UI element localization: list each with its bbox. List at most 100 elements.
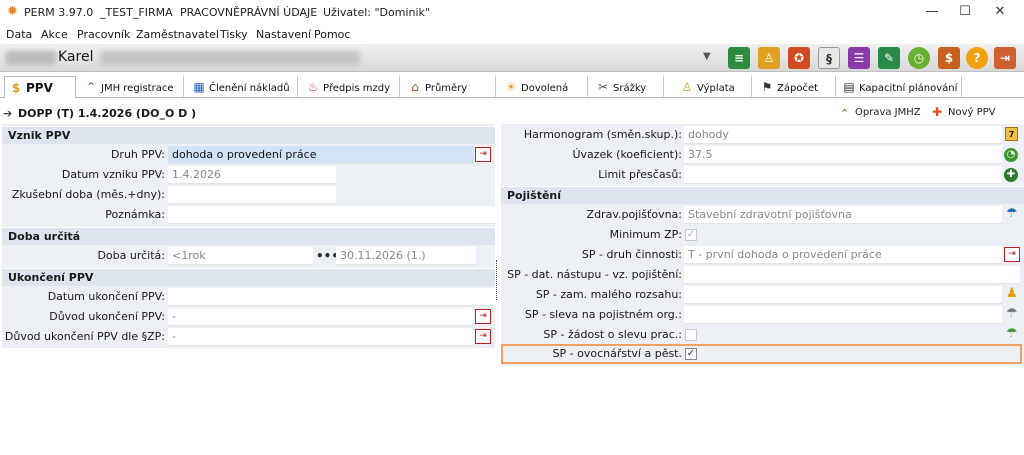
plus-icon: ✚ [932, 105, 943, 119]
overtime-add-icon[interactable]: ✚ [1004, 168, 1018, 182]
deduction-icon: ✂ [597, 80, 609, 94]
back-arrow-icon[interactable]: ➔ [3, 107, 12, 120]
redacted-details [100, 51, 360, 65]
oprava-jmhz-button[interactable]: Oprava JMHZ [855, 107, 921, 118]
section-pojisteni: Pojištění [501, 186, 1024, 204]
employee-first-name: Karel [58, 49, 94, 65]
sp-zadost-checkbox[interactable] [685, 329, 697, 341]
tab-cleneni-nakladu[interactable]: ▦ Členění nákladů [188, 76, 298, 98]
sp-dat-nastupu-field[interactable] [684, 266, 1020, 284]
novy-ppv-button[interactable]: Nový PPV [948, 107, 996, 118]
edit-note-icon[interactable]: ✎ [878, 47, 900, 69]
employee-dropdown-chevron-icon[interactable]: ▼ [703, 51, 711, 62]
maximize-button[interactable]: ☐ [950, 2, 980, 22]
minimum-zp-checkbox[interactable]: ✓ [685, 229, 697, 241]
tab-srazky[interactable]: ✂ Srážky [592, 76, 664, 98]
splitter-handle[interactable] [496, 260, 498, 300]
minimize-button[interactable]: — [917, 2, 947, 22]
tab-label: Průměry [425, 83, 468, 94]
person-search-icon[interactable]: ♙ [758, 47, 780, 69]
pie-chart-icon[interactable]: ◔ [1004, 148, 1018, 162]
right-empty-area [501, 366, 1024, 455]
title-bar: ✹ PERM 3.97.0 _TEST_FIRMA PRACOVNĚPRÁVNÍ… [0, 0, 1024, 24]
certificate-icon[interactable]: ✪ [788, 47, 810, 69]
user-name: Uživatel: "Dominik" [323, 6, 430, 19]
duvod-ukonceni-zp-pick-icon[interactable]: ⇥ [475, 329, 491, 344]
tab-ppv[interactable]: $ PPV [4, 76, 76, 99]
druh-ppv-field[interactable]: dohoda o provedení práce [168, 146, 474, 164]
limit-prescasu-field[interactable] [684, 166, 1002, 184]
app-logo-icon: ✹ [7, 4, 18, 19]
help-icon[interactable]: ? [966, 47, 988, 69]
money-bag-icon[interactable]: $ [938, 47, 960, 69]
tab-dovolena[interactable]: ☀ Dovolená [500, 76, 588, 98]
section-vznik-ppv: Vznik PPV [2, 126, 495, 144]
datum-vzniku-field[interactable]: 1.4.2026 [168, 166, 336, 184]
tab-zapocet[interactable]: ⚑ Zápočet [756, 76, 836, 98]
sp-druh-cinnosti-field[interactable]: T - první dohoda o provedení práce [684, 246, 1002, 264]
umbrella-green-icon[interactable]: ☂ [1006, 326, 1018, 341]
employee-bar: Karel ▼ ≡ ♙ ✪ § ☰ ✎ ◷ $ ? ⇥ [0, 44, 1024, 72]
menu-pomoc[interactable]: Pomoc [314, 28, 350, 41]
menu-pracovnik[interactable]: Pracovník [77, 28, 130, 41]
wage-icon: ♨ [307, 80, 319, 94]
poznamka-label: Poznámka: [105, 208, 165, 221]
uvazek-field[interactable]: 37.5 [684, 146, 1002, 164]
sp-zam-maleho-rozsahu-label: SP - zam. malého rozsahu: [535, 288, 682, 301]
sp-druh-pick-icon[interactable]: ⇥ [1004, 247, 1020, 262]
duvod-ukonceni-field[interactable]: - [168, 308, 474, 326]
ppv-icon: $ [11, 81, 21, 95]
tab-label: Srážky [613, 83, 647, 94]
clock-icon[interactable]: ◷ [908, 47, 930, 69]
credit-icon: ⚑ [761, 80, 773, 94]
tab-label: PPV [26, 81, 53, 95]
section-ukonceni-ppv: Ukončení PPV [2, 268, 495, 286]
menu-zamestnavatel[interactable]: Zaměstnavatel [136, 28, 219, 41]
exit-icon[interactable]: ⇥ [994, 47, 1016, 69]
tab-prumery[interactable]: ⌂ Průměry [404, 76, 496, 98]
payout-icon: ♙ [681, 80, 693, 94]
umbrella-discount-icon[interactable]: ☂ [1006, 306, 1018, 321]
sp-sleva-field[interactable] [684, 306, 1002, 324]
menu-data[interactable]: Data [6, 28, 32, 41]
person-icon[interactable]: ♟ [1006, 286, 1018, 301]
poznamka-field[interactable] [168, 206, 495, 224]
doba-urcita-field[interactable]: <1rok [168, 247, 313, 265]
menu-akce[interactable]: Akce [41, 28, 68, 41]
card-icon[interactable]: ≡ [728, 47, 750, 69]
menu-tisky[interactable]: Tisky [220, 28, 248, 41]
tab-predpis-mzdy[interactable]: ♨ Předpis mzdy [302, 76, 400, 98]
limit-prescasu-label: Limit přesčasů: [598, 168, 682, 181]
sp-dat-nastupu-label: SP - dat. nástupu - vz. pojištění: [507, 268, 682, 281]
umbrella-icon[interactable]: ☂ [1006, 206, 1018, 221]
left-panel: Vznik PPV Druh PPV: dohoda o provedení p… [2, 124, 495, 455]
menu-nastaveni[interactable]: Nastavení [256, 28, 311, 41]
datum-ukonceni-field[interactable] [168, 288, 495, 306]
druh-ppv-label: Druh PPV: [110, 148, 165, 161]
zdrav-pojistovna-field[interactable]: Stavební zdravotní pojišťovna [684, 206, 1002, 224]
harmonogram-label: Harmonogram (směn.skup.): [523, 128, 682, 141]
sp-zam-maleho-rozsahu-field[interactable] [684, 286, 1002, 304]
redacted-surname [6, 51, 56, 65]
druh-ppv-pick-icon[interactable]: ⇥ [475, 147, 491, 162]
duvod-ukonceni-zp-field[interactable]: - [168, 328, 474, 346]
tab-vyplata[interactable]: ♙ Výplata [676, 76, 752, 98]
paragraph-icon[interactable]: § [818, 47, 840, 69]
uvazek-label: Úvazek (koeficient): [572, 148, 682, 161]
zkusebni-doba-label: Zkušební doba (měs.+dny): [11, 188, 165, 201]
tab-label: Výplata [697, 83, 735, 94]
duvod-ukonceni-pick-icon[interactable]: ⇥ [475, 309, 491, 324]
sp-ovocnarstvi-checkbox[interactable]: ✓ [685, 348, 697, 360]
doba-urcita-end-field[interactable]: 30.11.2026 (1.) [336, 247, 476, 265]
calendar-icon[interactable]: 7 [1005, 127, 1018, 141]
right-panel: Harmonogram (směn.skup.): dohody 7 Úvaze… [501, 124, 1024, 455]
document-list-icon[interactable]: ☰ [848, 47, 870, 69]
duvod-ukonceni-label: Důvod ukončení PPV: [49, 310, 165, 323]
section-doba-urcita: Doba určitá [2, 227, 495, 245]
tab-jmh-registrace[interactable]: ⌃ JMH registrace [80, 76, 184, 98]
sp-zadost-label: SP - žádost o slevu prac.: [543, 328, 682, 341]
close-button[interactable]: ✕ [985, 2, 1015, 22]
harmonogram-field[interactable]: dohody [684, 126, 1002, 144]
zkusebni-doba-field[interactable] [168, 186, 336, 204]
tab-kapacitni-planovani[interactable]: ▤ Kapacitní plánování [838, 76, 962, 98]
